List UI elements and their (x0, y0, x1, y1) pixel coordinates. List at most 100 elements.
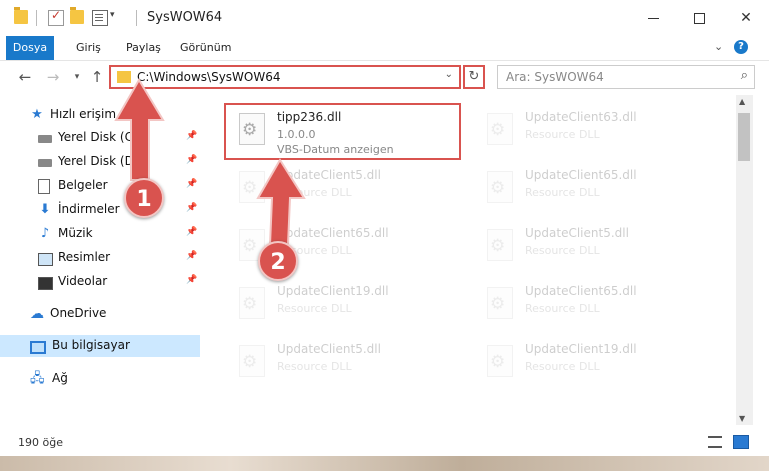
pin-icon: 📌 (186, 179, 198, 189)
forward-arrow-icon[interactable]: → (44, 67, 62, 87)
disk-icon (38, 159, 52, 167)
sidebar-item-this-pc[interactable]: Bu bilgisayar (0, 335, 200, 357)
sidebar-item-pictures[interactable]: Resimler 📌 (0, 247, 200, 269)
file-name: UpdateClient5.dll (277, 342, 381, 356)
vertical-scrollbar[interactable]: ▲ ▼ (736, 95, 753, 425)
file-type: Resource DLL (525, 186, 600, 199)
large-icons-view-icon[interactable] (733, 435, 749, 449)
file-item[interactable]: UpdateClient19.dll Resource DLL (473, 335, 713, 389)
pin-icon: 📌 (186, 227, 198, 237)
sidebar-item-videos[interactable]: Videolar 📌 (0, 271, 200, 293)
file-item[interactable]: UpdateClient63.dll Resource DLL (473, 103, 713, 157)
address-path[interactable]: C:\Windows\SysWOW64 (137, 70, 281, 84)
file-item[interactable]: UpdateClient5.dll Resource DLL (225, 335, 465, 389)
sidebar-item-label: Müzik (58, 226, 93, 240)
file-item-tipp236[interactable]: tipp236.dll 1.0.0.0 VBS-Datum anzeigen (225, 103, 465, 157)
disk-icon (38, 135, 52, 143)
sidebar-item-label: Ağ (52, 371, 68, 385)
scroll-down-icon[interactable]: ▼ (739, 414, 745, 423)
item-count: 190 öğe (18, 436, 63, 449)
sidebar-item-music[interactable]: ♪ Müzik 📌 (0, 223, 200, 245)
file-type: Resource DLL (277, 186, 352, 199)
ribbon-expand-icon[interactable]: ⌄ (714, 40, 723, 53)
view-options-icon[interactable] (92, 10, 108, 26)
file-name: UpdateClient5.dll (525, 226, 629, 240)
sidebar-item-network[interactable]: 🖧 Ağ (0, 368, 200, 390)
sidebar-item-disk-c[interactable]: Yerel Disk (C:) 📌 (0, 127, 200, 149)
sidebar-item-disk-d[interactable]: Yerel Disk (D:) 📌 (0, 151, 200, 173)
status-bar: 190 öğe (0, 428, 769, 456)
star-icon: ★ (31, 107, 43, 122)
tab-home[interactable]: Giriş (76, 36, 101, 60)
folder-icon (117, 71, 131, 83)
quick-access-dropdown-icon[interactable]: ▾ (110, 10, 124, 24)
sidebar-item-quick-access[interactable]: ★ Hızlı erişim (0, 104, 200, 126)
sidebar-item-downloads[interactable]: ⬇ İndirmeler 📌 (0, 199, 200, 221)
search-box[interactable]: Ara: SysWOW64 ⌕ (497, 65, 755, 89)
file-name: UpdateClient65.dll (277, 226, 389, 240)
dll-file-icon (487, 229, 513, 261)
tab-file[interactable]: Dosya (6, 36, 54, 60)
back-arrow-icon[interactable]: ← (16, 67, 34, 87)
file-type: Resource DLL (525, 128, 600, 141)
recent-locations-icon[interactable]: ▾ (68, 67, 86, 87)
file-type: Resource DLL (525, 244, 600, 257)
pin-icon: 📌 (186, 251, 198, 261)
file-name: UpdateClient19.dll (277, 284, 389, 298)
file-type: Resource DLL (525, 360, 600, 373)
pictures-icon (38, 253, 53, 266)
step-badge-2: 2 (258, 241, 298, 281)
cloud-icon: ☁ (30, 306, 44, 322)
sidebar-item-label: Videolar (58, 274, 108, 288)
search-icon[interactable]: ⌕ (741, 68, 748, 83)
address-bar[interactable]: C:\Windows\SysWOW64 ⌄ (109, 65, 461, 89)
refresh-button[interactable]: ↻ (463, 65, 485, 89)
dll-file-icon (487, 287, 513, 319)
sidebar-item-label: İndirmeler (58, 202, 120, 216)
address-dropdown-icon[interactable]: ⌄ (445, 69, 453, 80)
file-item[interactable]: UpdateClient5.dll Resource DLL (225, 161, 465, 215)
properties-check-icon[interactable] (48, 8, 64, 26)
file-item[interactable]: UpdateClient65.dll Resource DLL (473, 161, 713, 215)
documents-icon (38, 179, 50, 194)
sidebar-item-onedrive[interactable]: ☁ OneDrive (0, 303, 200, 325)
help-icon[interactable]: ? (734, 40, 748, 54)
file-name: UpdateClient65.dll (525, 284, 637, 298)
dll-file-icon (487, 171, 513, 203)
file-type: Resource DLL (277, 302, 352, 315)
sidebar-item-label: Yerel Disk (C:) (58, 130, 142, 144)
up-arrow-icon[interactable]: ↑ (88, 67, 106, 87)
file-type: Resource DLL (277, 360, 352, 373)
close-button[interactable]: ✕ (723, 0, 769, 36)
navigation-bar: ← → ▾ ↑ C:\Windows\SysWOW64 ⌄ ↻ Ara: Sys… (0, 61, 769, 93)
file-item[interactable]: UpdateClient5.dll Resource DLL (473, 219, 713, 273)
dll-file-icon (487, 113, 513, 145)
dll-file-icon (239, 287, 265, 319)
window-title: SysWOW64 (147, 10, 223, 25)
search-input[interactable]: Ara: SysWOW64 (506, 70, 604, 84)
pin-icon: 📌 (186, 131, 198, 141)
file-item[interactable]: UpdateClient65.dll Resource DLL (473, 277, 713, 331)
tab-view[interactable]: Görünüm (180, 36, 231, 60)
sidebar-item-label: Resimler (58, 250, 111, 264)
dll-file-icon (239, 113, 265, 145)
details-view-icon[interactable] (708, 436, 722, 448)
scroll-thumb[interactable] (738, 113, 750, 161)
title-divider (136, 10, 137, 26)
pin-icon: 📌 (186, 203, 198, 213)
network-icon: 🖧 (30, 371, 45, 386)
file-type: Resource DLL (525, 302, 600, 315)
tab-share[interactable]: Paylaş (126, 36, 161, 60)
sidebar-item-documents[interactable]: Belgeler 📌 (0, 175, 200, 197)
computer-icon (30, 341, 46, 354)
new-folder-icon[interactable] (70, 7, 84, 24)
file-item[interactable]: UpdateClient19.dll Resource DLL (225, 277, 465, 331)
explorer-window: ▾ SysWOW64 ✕ Dosya Giriş Paylaş Görünüm … (0, 0, 769, 456)
download-icon: ⬇ (39, 202, 51, 217)
minimize-button[interactable] (631, 0, 677, 36)
maximize-button[interactable] (677, 0, 723, 36)
dll-file-icon (487, 345, 513, 377)
folder-icon[interactable] (14, 7, 28, 24)
scroll-up-icon[interactable]: ▲ (739, 97, 745, 106)
navigation-pane: ★ Hızlı erişim Yerel Disk (C:) 📌 Yerel D… (0, 95, 205, 425)
